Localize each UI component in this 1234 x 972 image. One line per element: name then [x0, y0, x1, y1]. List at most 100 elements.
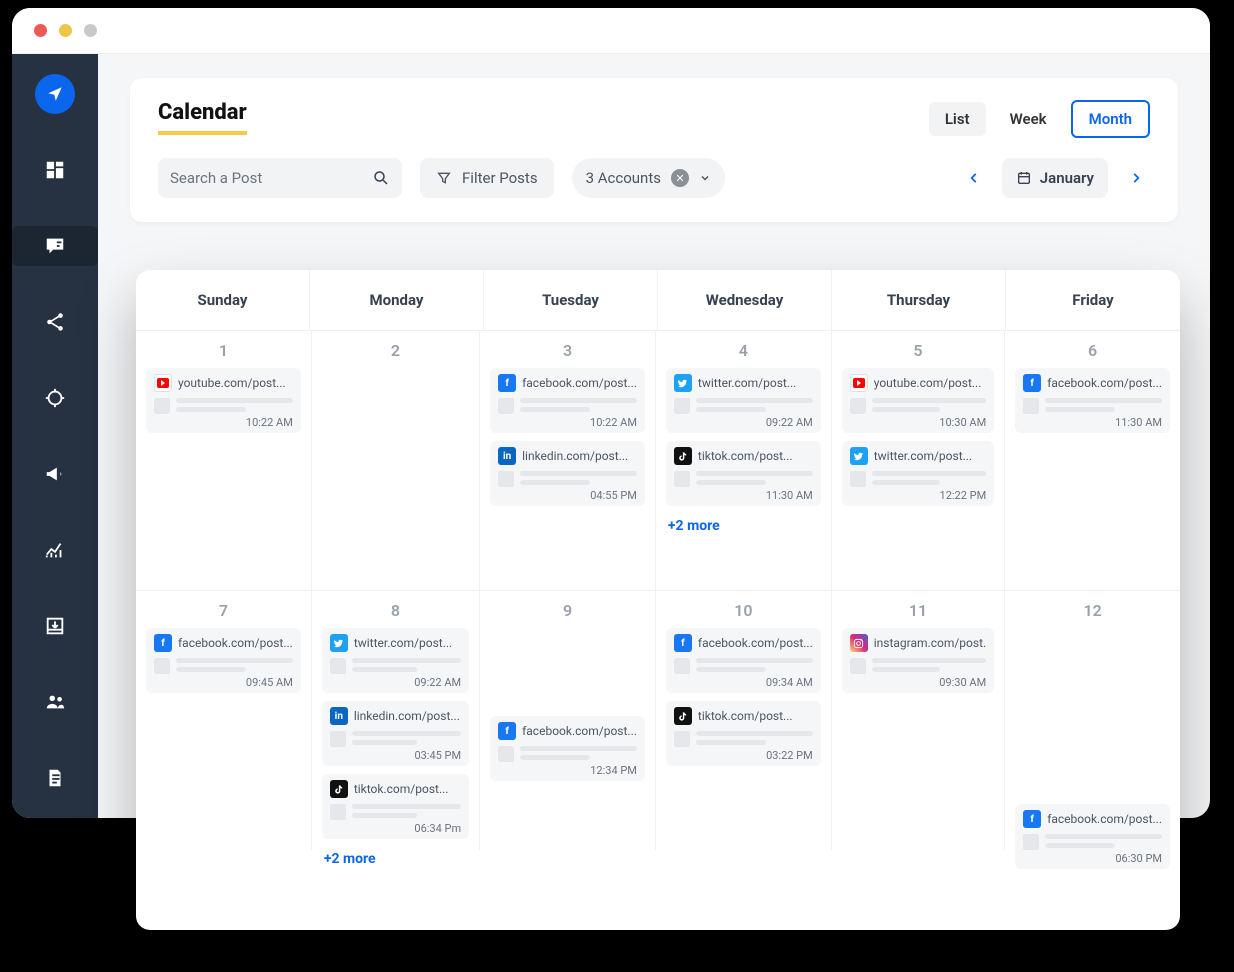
- calendar-cell[interactable]: 7ffacebook.com/post...09:45 AM: [136, 590, 312, 850]
- more-posts-link[interactable]: +2 more: [322, 847, 469, 871]
- calendar-cell[interactable]: 9ffacebook.com/post...12:34 PM: [480, 590, 656, 850]
- filter-button[interactable]: Filter Posts: [420, 158, 554, 198]
- view-month-button[interactable]: Month: [1071, 100, 1150, 138]
- post-time: 09:22 AM: [330, 676, 461, 689]
- more-posts-link[interactable]: +2 more: [666, 514, 821, 538]
- post-card[interactable]: tiktok.com/post...03:22 PM: [666, 701, 821, 766]
- post-url: twitter.com/post...: [354, 636, 461, 650]
- chevron-left-icon: [967, 171, 981, 185]
- fb-icon: f: [1023, 810, 1041, 828]
- post-card[interactable]: ffacebook.com/post...09:34 AM: [666, 628, 821, 693]
- post-thumbnail-placeholder: [330, 731, 346, 747]
- chevron-down-icon: [699, 172, 711, 184]
- view-switcher: List Week Month: [929, 100, 1150, 138]
- current-month-label: January: [1040, 169, 1094, 187]
- day-number: 5: [842, 341, 994, 360]
- post-thumbnail-placeholder: [498, 471, 514, 487]
- post-url: tiktok.com/post...: [698, 449, 813, 463]
- chart-trend-icon: [44, 539, 66, 561]
- post-time: 06:34 Pm: [330, 822, 461, 835]
- calendar-cell[interactable]: 10 ffacebook.com/post...09:34 AM tiktok.co…: [656, 590, 832, 850]
- post-time: 12:34 PM: [498, 764, 637, 777]
- accounts-label: 3 Accounts: [586, 169, 661, 187]
- day-number: 1: [146, 341, 301, 360]
- post-time: 09:34 AM: [674, 676, 813, 689]
- post-thumbnail-placeholder: [154, 398, 170, 414]
- nav-target[interactable]: [35, 378, 75, 418]
- post-card[interactable]: inlinkedin.com/post...04:55 PM: [490, 441, 645, 506]
- calendar-cell[interactable]: 1 youtube.com/post...10:22 AM: [136, 330, 312, 590]
- post-card[interactable]: ffacebook.com/post...06:30 PM: [1015, 804, 1170, 869]
- calendar-cell[interactable]: 4twitter.com/post...09:22 AMtiktok.com/p…: [656, 330, 832, 590]
- fb-icon: f: [154, 634, 172, 652]
- post-url: facebook.com/post...: [522, 376, 637, 390]
- nav-network[interactable]: [35, 302, 75, 342]
- day-number: 6: [1015, 341, 1170, 360]
- header-card: Calendar List Week Month Search a Post F…: [130, 78, 1178, 222]
- nav-reports[interactable]: [35, 758, 75, 798]
- clear-accounts-icon[interactable]: ✕: [671, 169, 689, 187]
- page-title: Calendar: [158, 100, 247, 135]
- calendar-cell[interactable]: 3ffacebook.com/post...10:22 AMinlinkedin…: [480, 330, 656, 590]
- post-time: 03:45 PM: [330, 749, 461, 762]
- window-close-dot[interactable]: [34, 24, 47, 37]
- post-url: facebook.com/post...: [522, 724, 637, 738]
- search-icon: [372, 169, 390, 187]
- nav-calendar[interactable]: [12, 226, 98, 266]
- post-card[interactable]: ffacebook.com/post...10:22 AM: [490, 368, 645, 433]
- fb-icon: f: [1023, 374, 1041, 392]
- post-card[interactable]: tiktok.com/post...06:34 Pm: [322, 774, 469, 839]
- day-number: 10: [666, 601, 821, 620]
- day-header: Monday: [310, 270, 484, 330]
- message-edit-icon: [44, 235, 66, 257]
- prev-month-button[interactable]: [960, 164, 988, 192]
- day-number: 3: [490, 341, 645, 360]
- view-week-button[interactable]: Week: [994, 102, 1063, 136]
- day-header: Wednesday: [658, 270, 832, 330]
- app-logo[interactable]: [35, 74, 75, 114]
- window-zoom-dot[interactable]: [84, 24, 97, 37]
- nav-campaigns[interactable]: [35, 454, 75, 494]
- document-icon: [44, 767, 66, 789]
- share-nodes-icon: [44, 311, 66, 333]
- calendar-grid: 1youtube.com/post...10:22 AM23ffacebook.…: [136, 330, 1180, 850]
- calendar-cell[interactable]: 2: [312, 330, 480, 590]
- calendar-cell[interactable]: 12ffacebook.com/post...06:30 PM: [1005, 590, 1180, 850]
- nav-dashboard[interactable]: [35, 150, 75, 190]
- tk-icon: [330, 780, 348, 798]
- megaphone-icon: [44, 463, 66, 485]
- next-month-button[interactable]: [1122, 164, 1150, 192]
- chevron-right-icon: [1129, 171, 1143, 185]
- post-card[interactable]: tiktok.com/post...11:30 AM: [666, 441, 821, 506]
- post-card[interactable]: twitter.com/post... 09:22 AM: [322, 628, 469, 693]
- post-card[interactable]: ffacebook.com/post...11:30 AM: [1015, 368, 1170, 433]
- day-header: Thursday: [832, 270, 1006, 330]
- post-url: youtube.com/post...: [178, 376, 293, 390]
- calendar-day-headers: SundayMondayTuesdayWednesdayThursdayFrid…: [136, 270, 1180, 330]
- search-input[interactable]: Search a Post: [158, 158, 402, 198]
- post-time: 10:22 AM: [498, 416, 637, 429]
- accounts-chip[interactable]: 3 Accounts ✕: [572, 158, 725, 198]
- post-card[interactable]: inlinkedin.com/post...03:45 PM: [322, 701, 469, 766]
- window-minimize-dot[interactable]: [59, 24, 72, 37]
- post-card[interactable]: twitter.com/post...12:22 PM: [842, 441, 994, 506]
- calendar-cell[interactable]: 11instagram.com/post.09:30 AM: [832, 590, 1005, 850]
- calendar-cell[interactable]: 8twitter.com/post...09:22 AMinlinkedin.c…: [312, 590, 480, 850]
- post-card[interactable]: twitter.com/post...09:22 AM: [666, 368, 821, 433]
- view-list-button[interactable]: List: [929, 102, 986, 136]
- post-card[interactable]: instagram.com/post.09:30 AM: [842, 628, 994, 693]
- post-card[interactable]: youtube.com/post...10:30 AM: [842, 368, 994, 433]
- post-card[interactable]: ffacebook.com/post...12:34 PM: [490, 716, 645, 781]
- nav-inbox[interactable]: [35, 606, 75, 646]
- calendar-cell[interactable]: 6 ffacebook.com/post...11:30 AM: [1005, 330, 1180, 590]
- nav-analytics[interactable]: [35, 530, 75, 570]
- calendar-cell[interactable]: 5 youtube.com/post...10:30 AM twitter.com/…: [832, 330, 1005, 590]
- location-arrow-icon: [46, 85, 64, 103]
- post-time: 09:30 AM: [850, 676, 986, 689]
- nav-team[interactable]: [35, 682, 75, 722]
- tw-icon: [330, 634, 348, 652]
- month-select[interactable]: January: [1002, 158, 1108, 198]
- post-card[interactable]: ffacebook.com/post...09:45 AM: [146, 628, 301, 693]
- post-card[interactable]: youtube.com/post...10:22 AM: [146, 368, 301, 433]
- post-thumbnail-placeholder: [850, 398, 866, 414]
